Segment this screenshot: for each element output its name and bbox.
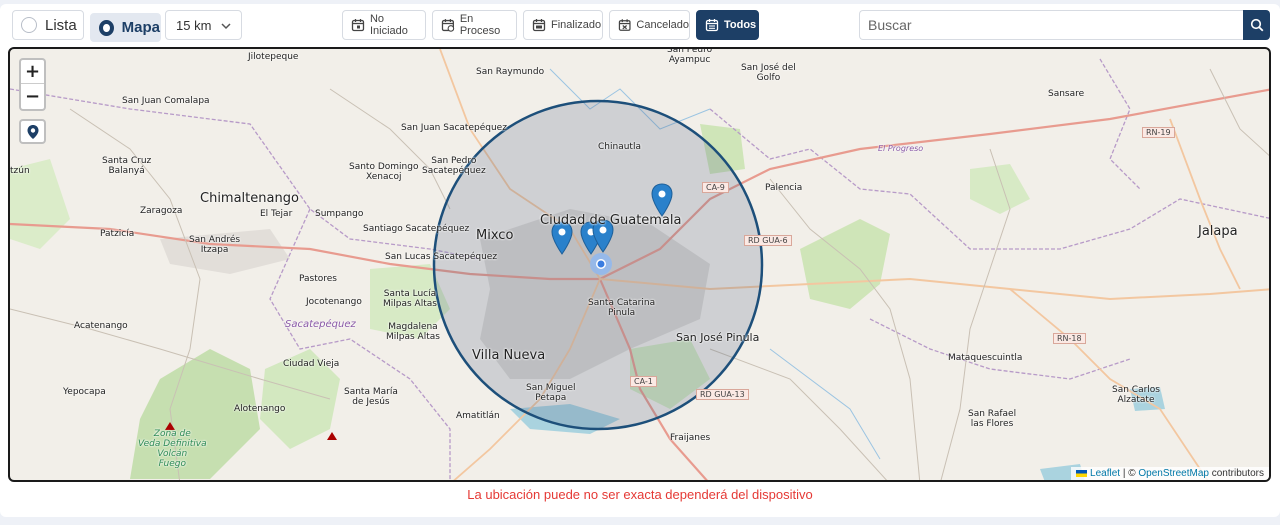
label-santa-lucia: Santa Lucía Milpas Altas [383,289,437,309]
map-marker-icon[interactable] [650,183,674,217]
label-san-pedro-ayampuc: San Pedro Ayampuc [667,47,713,65]
zoom-out-button[interactable]: − [21,84,44,108]
label-jilotepeque: Jilotepeque [248,52,299,62]
label-magdalena: Magdalena Milpas Altas [386,322,440,342]
view-map-radio[interactable]: Mapa [90,13,161,42]
view-map-label: Mapa [121,19,160,36]
location-pin-icon [27,124,38,139]
label-acatenango: Acatenango [74,321,128,331]
label-alotenango: Alotenango [234,404,286,414]
label-yepocapa: Yepocapa [63,387,106,397]
radio-checked-icon [99,19,114,36]
filter-en-proceso-label: En Proceso [459,13,501,37]
zoom-in-button[interactable]: + [21,60,44,84]
label-zona-veda: Zona de Veda Definitiva Volcán Fuego [138,429,207,469]
label-santa-maria: Santa María de Jesús [344,387,398,407]
label-zaragoza: Zaragoza [140,206,183,216]
label-villa-nueva: Villa Nueva [472,348,546,363]
search-icon [1250,18,1263,32]
attribution-separator: | © [1120,468,1139,479]
label-tzun: tzún [10,166,30,176]
filter-no-iniciado-label: No Iniciado [369,13,408,37]
label-patzicia: Patzicía [100,229,135,239]
leaflet-link[interactable]: Leaflet [1090,468,1120,479]
label-chinautla: Chinautla [598,142,641,152]
label-san-andres-itzapa: San Andrés Itzapa [189,235,241,255]
label-el-progreso: El Progreso [878,144,924,153]
attribution-contributors: contributors [1208,468,1264,479]
label-palencia: Palencia [765,183,803,193]
label-ciudad-vieja: Ciudad Vieja [283,359,340,369]
calendar-list-icon [705,19,719,32]
label-san-juan-sacatepequez: San Juan Sacatepéquez [401,123,507,133]
filter-finalizado-label: Finalizado [551,19,602,31]
road-shield: CA-1 [630,376,657,387]
label-san-carlos-alzatate: San Carlos Alzatate [1112,385,1160,405]
view-list-label: Lista [45,16,77,34]
label-jocotenango: Jocotenango [306,297,362,307]
map-container[interactable]: Ciudad de Guatemala Mixco Villa Nueva Ch… [8,47,1271,482]
label-sansare: Sansare [1048,89,1085,99]
label-santa-cruz-balanya: Santa Cruz Balanyá [102,156,152,176]
locate-button[interactable] [19,119,46,144]
radius-value: 15 km [176,17,212,33]
filter-todos-label: Todos [724,19,757,31]
label-santa-catarina: Santa Catarina Pinula [588,298,656,318]
label-san-raymundo: San Raymundo [476,67,545,77]
label-san-juan-comalapa: San Juan Comalapa [122,96,210,106]
label-sacatepequez-dept: Sacatepéquez [285,319,356,330]
road-shield: RN-18 [1053,333,1086,344]
label-mataquescuintla: Mataquescuintla [948,353,1023,363]
location-accuracy-note: La ubicación puede no ser exacta depende… [467,487,813,502]
label-san-miguel-petapa: San Miguel Petapa [526,383,576,403]
label-el-tejar: El Tejar [260,209,293,219]
road-shield: RN-19 [1142,127,1175,138]
osm-link[interactable]: OpenStreetMap [1138,468,1209,479]
calendar-check-icon [532,19,546,32]
filter-cancelado-button[interactable]: Cancelado [609,10,690,40]
label-santo-domingo: Santo Domingo Xenacoj [349,162,419,182]
label-ciudad-guatemala: Ciudad de Guatemala [540,213,682,228]
search-button[interactable] [1243,10,1270,40]
road-shield: RD GUA-13 [696,389,749,400]
chevron-down-icon [221,23,231,30]
label-amatitlan: Amatitlán [456,411,500,421]
label-san-rafael: San Rafael las Flores [968,409,1017,429]
label-chimaltenango: Chimaltenango [200,191,299,206]
calendar-clock-icon [441,19,455,32]
zoom-control: + − [19,58,46,111]
road-shield: RD GUA-6 [744,235,792,246]
label-santiago-sacatepequez: Santiago Sacatepéquez [363,224,470,234]
filter-en-proceso-button[interactable]: En Proceso [432,10,517,40]
label-san-jose-golfo: San José del Golfo [741,63,796,83]
label-san-jose-pinula: San José Pinula [676,331,760,344]
label-sumpango: Sumpango [315,209,364,219]
filter-no-iniciado-button[interactable]: No Iniciado [342,10,426,40]
search-input[interactable] [859,10,1244,40]
label-jalapa: Jalapa [1198,224,1238,239]
calendar-x-icon [618,19,631,31]
road-shield: CA-9 [702,182,729,193]
toolbar: Lista Mapa 15 km No Iniciado En Proceso … [0,0,1280,48]
filter-cancelado-label: Cancelado [636,19,689,31]
calendar-icon [351,19,365,32]
label-pastores: Pastores [299,274,337,284]
label-fraijanes: Fraijanes [670,433,711,443]
filter-todos-button[interactable]: Todos [696,10,759,40]
label-mixco: Mixco [476,228,514,243]
map-tiles [10,49,1269,480]
radio-unchecked-icon [21,17,37,33]
map-attribution: Leaflet | © OpenStreetMap contributors [1071,467,1269,480]
ukraine-flag-icon [1076,469,1088,477]
label-san-pedro-sacatepequez: San Pedro Sacatepéquez [422,156,486,176]
view-list-radio[interactable]: Lista [12,10,84,40]
radius-select[interactable]: 15 km [165,10,242,40]
filter-finalizado-button[interactable]: Finalizado [523,10,603,40]
label-san-lucas: San Lucas Sacatepéquez [385,252,498,262]
